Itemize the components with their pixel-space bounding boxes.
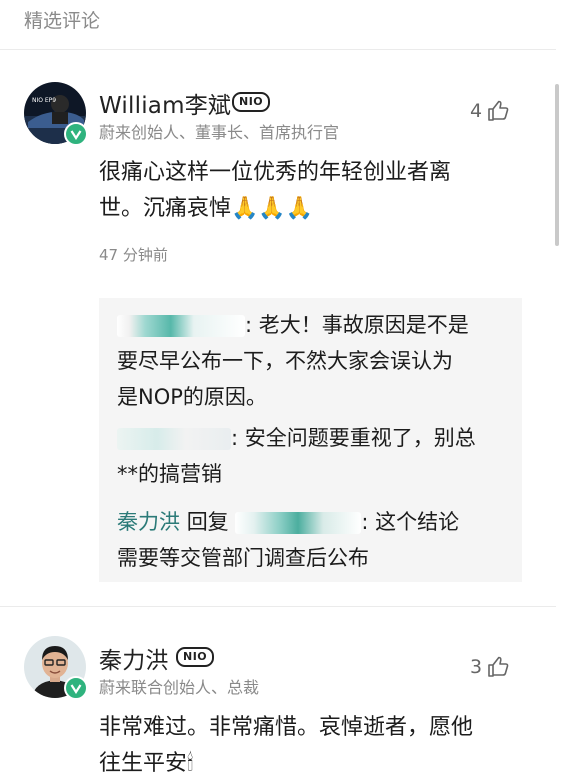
thumbs-up-icon [488, 656, 509, 677]
reply-verb: 回复 [186, 510, 229, 534]
like-button[interactable]: 3 [470, 655, 510, 679]
comment-text-line: 很痛心这样一位优秀的年轻创业者离 [99, 160, 452, 185]
user-title: 蔚来创始人、董事长、首席执行官 [99, 123, 340, 142]
reply-item[interactable]: : 安全问题要重视了，别总 **的搞营销 [117, 420, 517, 492]
comment-text-line: 非常难过。非常痛惜。哀悼逝者，愿他 [99, 715, 474, 740]
nio-badge: NIO [176, 647, 215, 667]
like-count: 4 [470, 100, 483, 122]
nio-badge: NIO [232, 92, 271, 112]
verified-icon [64, 122, 88, 146]
svg-text:NIO EP9: NIO EP9 [32, 97, 56, 104]
comment-text-line: 往生平安🕯 [99, 751, 194, 776]
redacted-username [117, 428, 231, 450]
reply-text: 是NOP的原因。 [117, 385, 267, 409]
reply-text: 要尽早公布一下，不然大家会误认为 [117, 349, 453, 373]
user-title: 蔚来联合创始人、总裁 [99, 678, 260, 697]
like-count: 3 [470, 656, 483, 678]
comment-text: 很痛心这样一位优秀的年轻创业者离 世。沉痛哀悼🙏🙏🙏 [99, 155, 451, 227]
reply-author[interactable]: 秦力洪 [117, 510, 180, 534]
reply-item[interactable]: 秦力洪 回复 : 这个结论 需要等交管部门调查后公布 [117, 504, 517, 576]
reply-text: : 这个结论 [361, 510, 460, 534]
reply-text: 需要等交管部门调查后公布 [117, 546, 369, 570]
reply-text: **的搞营销 [117, 462, 222, 486]
header-divider [0, 49, 556, 50]
comment-page: 精选评论 NIO EP9 William李斌 NIO 蔚来创始人、董事长、首席执… [0, 0, 565, 783]
reply-text: : 老大！事故原因是不是 [245, 313, 469, 337]
scrollbar[interactable] [555, 84, 559, 246]
redacted-username [117, 315, 245, 337]
section-title: 精选评论 [24, 10, 101, 32]
comment-divider [0, 606, 556, 607]
thumbs-up-icon [488, 100, 509, 121]
reply-text: : 安全问题要重视了，别总 [231, 426, 476, 450]
redacted-username [235, 512, 362, 534]
username[interactable]: William李斌 [99, 86, 231, 120]
username[interactable]: 秦力洪 [99, 641, 169, 675]
avatar[interactable] [24, 636, 88, 700]
comment-text-line: 世。沉痛哀悼🙏🙏🙏 [99, 196, 314, 221]
reply-box: : 老大！事故原因是不是 要尽早公布一下，不然大家会误认为 是NOP的原因。 :… [99, 298, 522, 582]
reply-item[interactable]: : 老大！事故原因是不是 要尽早公布一下，不然大家会误认为 是NOP的原因。 [117, 307, 517, 415]
avatar[interactable]: NIO EP9 [24, 82, 88, 146]
verified-icon [64, 676, 88, 700]
like-button[interactable]: 4 [470, 99, 510, 123]
comment-text: 非常难过。非常痛惜。哀悼逝者，愿他 往生平安🕯 [99, 710, 473, 782]
comment-time: 47 分钟前 [99, 246, 168, 264]
